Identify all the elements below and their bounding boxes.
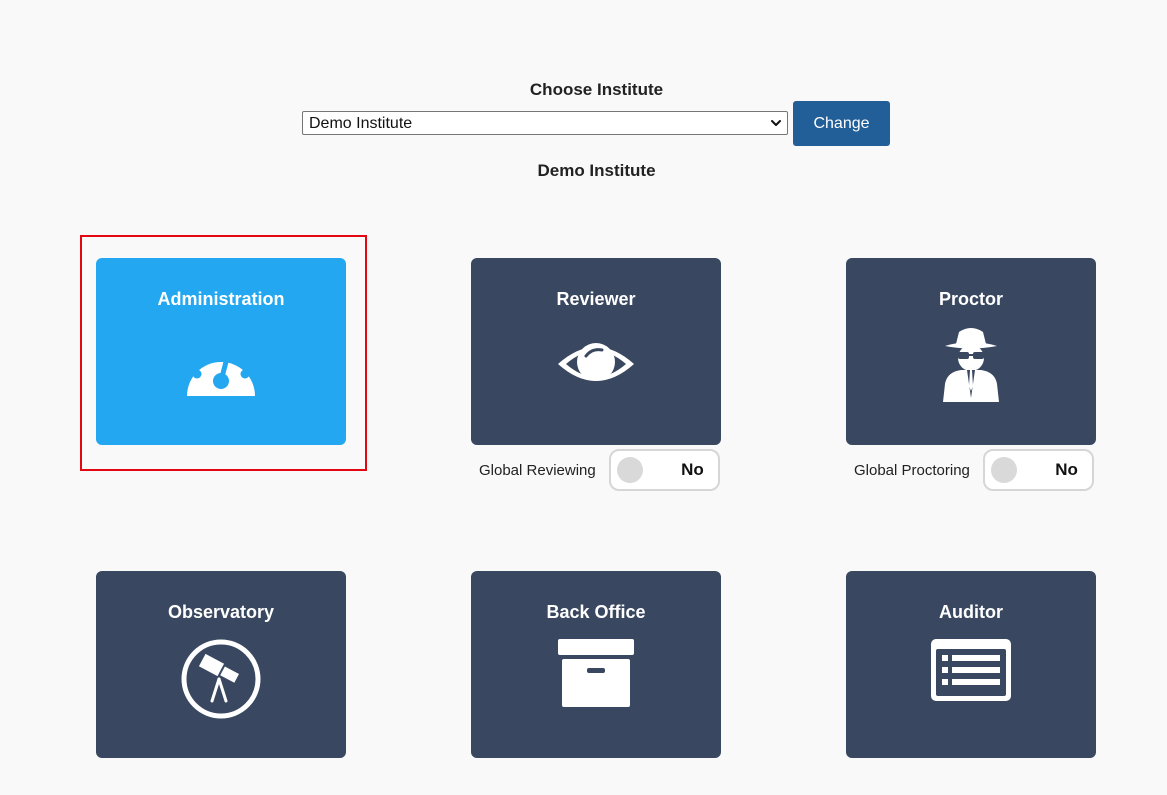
tile-reviewer[interactable]: Reviewer bbox=[471, 258, 721, 445]
toggle-value: No bbox=[681, 460, 704, 479]
eye-icon bbox=[558, 343, 634, 381]
list-card-icon bbox=[931, 639, 1011, 701]
choose-institute-heading: Choose Institute bbox=[529, 80, 664, 99]
toggle-knob bbox=[616, 457, 643, 483]
tile-proctor[interactable]: Proctor bbox=[846, 258, 1096, 445]
dashboard-gauge-icon bbox=[187, 343, 255, 396]
chevron-down-icon bbox=[771, 120, 781, 126]
institute-select[interactable]: Demo Institute bbox=[302, 111, 788, 135]
toggle-knob bbox=[990, 457, 1017, 483]
tile-label: Observatory bbox=[167, 602, 275, 622]
archive-box-icon bbox=[558, 639, 634, 707]
global-reviewing-toggle[interactable]: No bbox=[608, 449, 720, 491]
tile-label: Proctor bbox=[938, 289, 1003, 309]
global-reviewing-row: Global Reviewing No bbox=[479, 449, 720, 491]
change-button[interactable]: Change bbox=[793, 101, 890, 146]
global-reviewing-label: Global Reviewing bbox=[479, 461, 596, 479]
global-proctoring-toggle[interactable]: No bbox=[982, 449, 1094, 491]
tile-label: Administration bbox=[157, 289, 285, 309]
spy-icon bbox=[943, 328, 999, 402]
institute-select-value: Demo Institute bbox=[309, 115, 413, 132]
toggle-value: No bbox=[1055, 460, 1078, 479]
current-institute-name: Demo Institute bbox=[537, 161, 656, 180]
telescope-icon bbox=[181, 639, 261, 719]
global-proctoring-row: Global Proctoring No bbox=[854, 449, 1094, 491]
tile-label: Back Office bbox=[546, 602, 646, 622]
tile-label: Reviewer bbox=[556, 289, 636, 309]
tile-back-office[interactable]: Back Office bbox=[471, 571, 721, 758]
tile-administration[interactable]: Administration bbox=[96, 258, 346, 445]
tile-auditor[interactable]: Auditor bbox=[846, 571, 1096, 758]
global-proctoring-label: Global Proctoring bbox=[854, 461, 970, 479]
tile-observatory[interactable]: Observatory bbox=[96, 571, 346, 758]
institute-chooser: Demo Institute Change bbox=[302, 101, 890, 146]
tile-label: Auditor bbox=[939, 602, 1003, 622]
